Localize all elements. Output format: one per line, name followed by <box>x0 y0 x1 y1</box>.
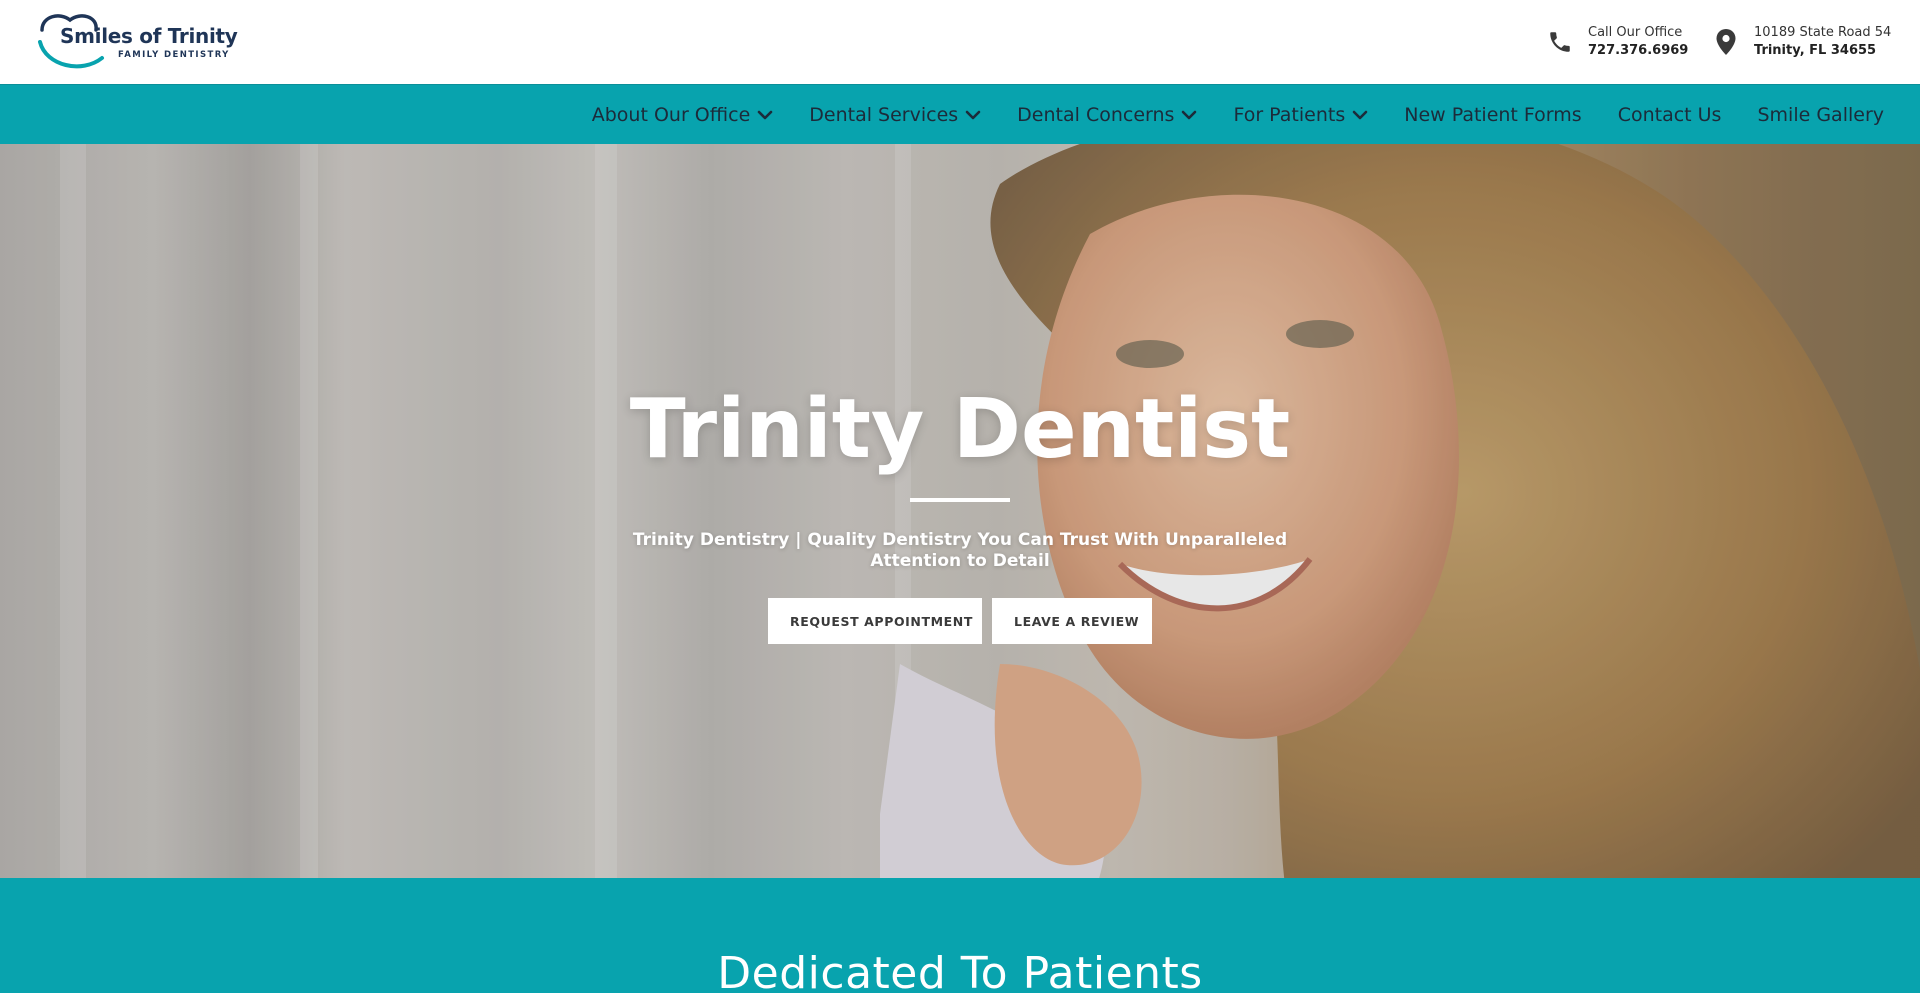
phone-number[interactable]: 727.376.6969 <box>1588 42 1688 60</box>
nav-item-dental-services[interactable]: Dental Services <box>791 85 999 145</box>
nav-item-label: Contact Us <box>1617 104 1722 126</box>
office-address-block[interactable]: 10189 State Road 54 Trinity, FL 34655 <box>1710 22 1891 62</box>
nav-item-for-patients[interactable]: For Patients <box>1215 85 1386 145</box>
logo-name: Smiles of Trinity <box>60 24 238 48</box>
nav-item-new-patient-forms[interactable]: New Patient Forms <box>1386 85 1599 145</box>
phone-icon <box>1544 26 1576 58</box>
nav-item-label: Dental Services <box>809 104 959 126</box>
chevron-down-icon <box>757 109 773 121</box>
nav-item-label: Dental Concerns <box>1017 104 1175 126</box>
main-navigation: About Our Office Dental Services Dental … <box>0 84 1920 144</box>
site-header: Smiles of Trinity FAMILY DENTISTRY Call … <box>0 0 1920 84</box>
map-pin-icon <box>1710 26 1742 58</box>
hero-subtitle: Trinity Dentistry | Quality Dentistry Yo… <box>632 530 1288 571</box>
nav-item-label: New Patient Forms <box>1404 104 1582 126</box>
nav-item-contact-us[interactable]: Contact Us <box>1600 85 1740 145</box>
nav-list: About Our Office Dental Services Dental … <box>574 85 1884 145</box>
site-logo[interactable]: Smiles of Trinity FAMILY DENTISTRY <box>36 8 246 70</box>
call-office-block[interactable]: Call Our Office 727.376.6969 <box>1544 22 1688 62</box>
address-line-2: Trinity, FL 34655 <box>1754 43 1877 58</box>
hero-banner: Trinity Dentist Trinity Dentistry | Qual… <box>0 144 1920 878</box>
hero-content: Trinity Dentist Trinity Dentistry | Qual… <box>0 144 1920 878</box>
chevron-down-icon <box>1181 109 1197 121</box>
dedicated-section: Dedicated To Patients <box>0 878 1920 999</box>
nav-item-label: For Patients <box>1233 104 1346 126</box>
nav-item-smile-gallery[interactable]: Smile Gallery <box>1739 85 1884 145</box>
nav-item-about-our-office[interactable]: About Our Office <box>574 85 792 145</box>
section-title: Dedicated To Patients <box>717 948 1203 999</box>
address-line-1: 10189 State Road 54 <box>1754 25 1892 40</box>
nav-item-label: Smile Gallery <box>1757 104 1884 126</box>
call-office-label: Call Our Office <box>1588 25 1683 40</box>
logo-tagline: FAMILY DENTISTRY <box>118 50 230 60</box>
hero-title: Trinity Dentist <box>629 382 1291 477</box>
chevron-down-icon <box>1352 109 1368 121</box>
hero-button-group: REQUEST APPOINTMENT LEAVE A REVIEW <box>0 598 1920 644</box>
hero-divider <box>910 498 1010 502</box>
request-appointment-button[interactable]: REQUEST APPOINTMENT <box>768 598 982 644</box>
chevron-down-icon <box>965 109 981 121</box>
nav-item-label: About Our Office <box>591 104 751 126</box>
leave-review-button[interactable]: LEAVE A REVIEW <box>992 598 1152 644</box>
nav-item-dental-concerns[interactable]: Dental Concerns <box>999 85 1215 145</box>
